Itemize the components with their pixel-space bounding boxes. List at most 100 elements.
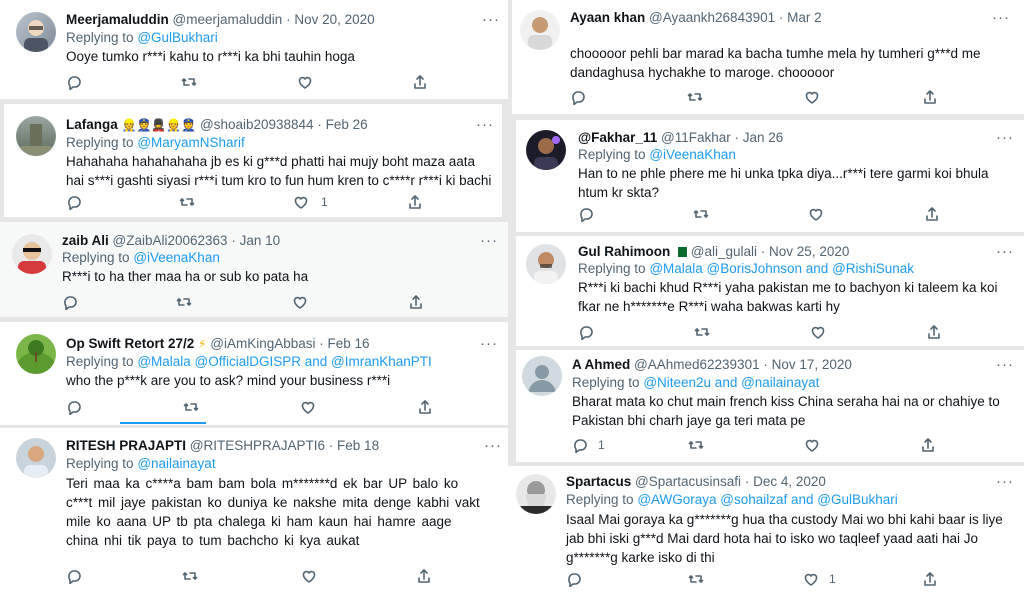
avatar[interactable] — [526, 244, 566, 284]
timestamp[interactable]: · Feb 26 — [317, 117, 367, 132]
replying-link[interactable]: @GulBukhari — [137, 30, 218, 45]
more-icon[interactable]: ··· — [996, 357, 1014, 372]
tweet-card[interactable]: Lafanga 👷👮💂👷👮 @shoaib20938844 · Feb 26 ·… — [4, 104, 502, 217]
like-button[interactable] — [297, 74, 315, 92]
avatar[interactable] — [16, 334, 56, 374]
display-name[interactable]: Spartacus — [566, 474, 631, 489]
display-name[interactable]: Ayaan khan — [570, 10, 645, 25]
like-button[interactable] — [804, 437, 822, 455]
like-button[interactable] — [803, 571, 821, 589]
more-icon[interactable]: ··· — [484, 438, 502, 453]
more-icon[interactable]: ··· — [992, 10, 1010, 25]
display-name[interactable]: Lafanga — [66, 117, 118, 132]
timestamp[interactable]: · Mar 2 — [779, 10, 822, 25]
retweet-button[interactable] — [687, 89, 705, 107]
retweet-button[interactable] — [179, 194, 197, 212]
retweet-button[interactable] — [694, 324, 712, 342]
like-button[interactable] — [804, 89, 822, 107]
replying-link[interactable]: @MaryamNSharif — [137, 135, 244, 150]
tweet-card[interactable]: Op Swift Retort 27/2 ⚡ @iAmKingAbbasi · … — [0, 322, 508, 425]
display-name[interactable]: @Fakhar_11 — [578, 130, 657, 145]
tweet-card[interactable]: Spartacus @Spartacusinsafi · Dec 4, 2020… — [508, 466, 1024, 598]
handle[interactable]: @11Fakhar — [661, 130, 731, 145]
tweet-card[interactable]: Gul Rahimoon @ali_gulali · Nov 25, 2020 … — [516, 236, 1024, 346]
replying-link[interactable]: @Malala @OfficialDGISPR and @ImranKhanPT… — [137, 354, 431, 369]
share-button[interactable] — [922, 89, 940, 107]
more-icon[interactable]: ··· — [482, 12, 500, 27]
share-button[interactable] — [416, 568, 434, 586]
retweet-button[interactable] — [181, 74, 199, 92]
display-name[interactable]: RITESH PRAJAPTI — [66, 438, 186, 453]
avatar[interactable] — [12, 234, 52, 274]
tweet-card[interactable]: @Fakhar_11 @11Fakhar · Jan 26 ··· Replyi… — [516, 120, 1024, 232]
reply-button[interactable] — [570, 89, 588, 107]
display-name[interactable]: A Ahmed — [572, 357, 630, 372]
replying-link[interactable]: @iVeenaKhan — [649, 147, 736, 162]
reply-button[interactable] — [66, 194, 84, 212]
more-icon[interactable]: ··· — [996, 474, 1014, 489]
retweet-button[interactable] — [183, 399, 201, 417]
handle[interactable]: @ZaibAli20062363 — [113, 233, 228, 248]
tweet-card[interactable]: A Ahmed @AAhmed62239301 · Nov 17, 2020 ·… — [516, 350, 1024, 462]
like-button[interactable] — [808, 206, 826, 224]
replying-link[interactable]: @nailainayat — [137, 456, 215, 471]
handle[interactable]: @RITESHPRAJAPTI6 — [190, 438, 325, 453]
reply-button[interactable] — [566, 571, 584, 589]
replying-link[interactable]: @AWGoraya @sohailzaf and @GulBukhari — [637, 492, 897, 507]
handle[interactable]: @iAmKingAbbasi — [210, 336, 315, 351]
avatar[interactable] — [16, 438, 56, 478]
handle[interactable]: @AAhmed62239301 — [634, 357, 760, 372]
timestamp[interactable]: · Feb 18 — [329, 438, 379, 453]
more-icon[interactable]: ··· — [996, 130, 1014, 145]
share-button[interactable] — [924, 206, 942, 224]
like-button[interactable] — [293, 194, 311, 212]
avatar[interactable] — [526, 130, 566, 170]
like-button[interactable] — [810, 324, 828, 342]
handle[interactable]: @Spartacusinsafi — [635, 474, 741, 489]
like-button[interactable] — [292, 294, 310, 312]
avatar[interactable] — [516, 474, 556, 514]
display-name[interactable]: Meerjamaluddin — [66, 12, 169, 27]
avatar[interactable] — [16, 116, 56, 156]
timestamp[interactable]: · Nov 17, 2020 — [763, 357, 852, 372]
share-button[interactable] — [922, 571, 940, 589]
tweet-card[interactable]: RITESH PRAJAPTI @RITESHPRAJAPTI6 · Feb 1… — [0, 428, 508, 598]
retweet-button[interactable] — [176, 294, 194, 312]
replying-link[interactable]: @Niteen2u and @nailainayat — [643, 375, 819, 390]
display-name[interactable]: Op Swift Retort 27/2 — [66, 336, 194, 351]
reply-button[interactable] — [62, 294, 80, 312]
reply-button[interactable] — [66, 568, 84, 586]
share-button[interactable] — [926, 324, 944, 342]
avatar[interactable] — [520, 10, 560, 50]
handle[interactable]: @meerjamaluddin — [173, 12, 283, 27]
timestamp[interactable]: · Nov 20, 2020 — [286, 12, 375, 27]
replying-link[interactable]: @iVeenaKhan — [133, 250, 220, 265]
share-button[interactable] — [407, 194, 425, 212]
avatar[interactable] — [16, 12, 56, 52]
timestamp[interactable]: · Jan 10 — [231, 233, 280, 248]
timestamp[interactable]: · Feb 16 — [319, 336, 369, 351]
retweet-button[interactable] — [688, 571, 706, 589]
retweet-button[interactable] — [182, 568, 200, 586]
share-button[interactable] — [920, 437, 938, 455]
share-button[interactable] — [412, 74, 430, 92]
handle[interactable]: @ali_gulali — [691, 244, 757, 259]
reply-button[interactable] — [66, 399, 84, 417]
retweet-button[interactable] — [693, 206, 711, 224]
timestamp[interactable]: · Nov 25, 2020 — [761, 244, 850, 259]
reply-button[interactable] — [578, 324, 596, 342]
replying-link[interactable]: @Malala @BorisJohnson and @RishiSunak — [649, 261, 914, 276]
retweet-button[interactable] — [688, 437, 706, 455]
more-icon[interactable]: ··· — [480, 233, 498, 248]
like-button[interactable] — [301, 568, 319, 586]
share-button[interactable] — [417, 399, 435, 417]
timestamp[interactable]: · Dec 4, 2020 — [745, 474, 826, 489]
like-button[interactable] — [300, 399, 318, 417]
tweet-card[interactable]: Ayaan khan @Ayaankh26843901 · Mar 2 ··· … — [512, 0, 1024, 114]
avatar[interactable] — [522, 356, 562, 396]
share-button[interactable] — [408, 294, 426, 312]
tweet-card[interactable]: Meerjamaluddin @meerjamaluddin · Nov 20,… — [0, 0, 508, 99]
tweet-card[interactable]: zaib Ali @ZaibAli20062363 · Jan 10 ··· R… — [0, 222, 508, 317]
reply-button[interactable] — [578, 206, 596, 224]
handle[interactable]: @Ayaankh26843901 — [649, 10, 775, 25]
